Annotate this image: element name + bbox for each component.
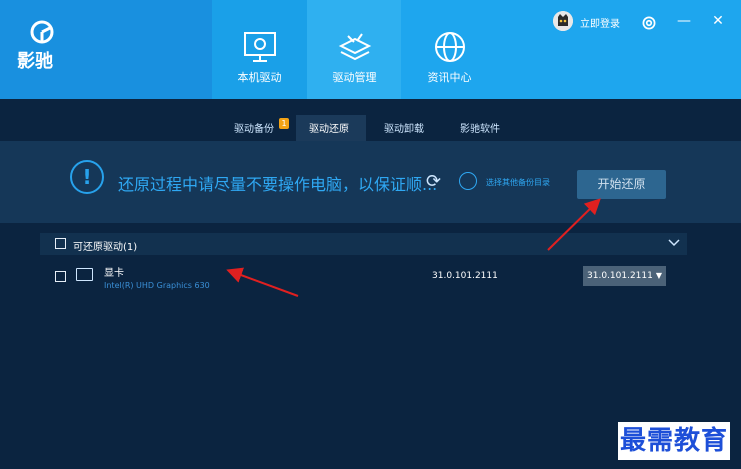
arrow-to-driver-row <box>226 267 299 297</box>
annotation-arrows <box>226 198 601 297</box>
arrow-to-start-button <box>547 198 601 251</box>
watermark: 最需教育 <box>618 422 731 460</box>
